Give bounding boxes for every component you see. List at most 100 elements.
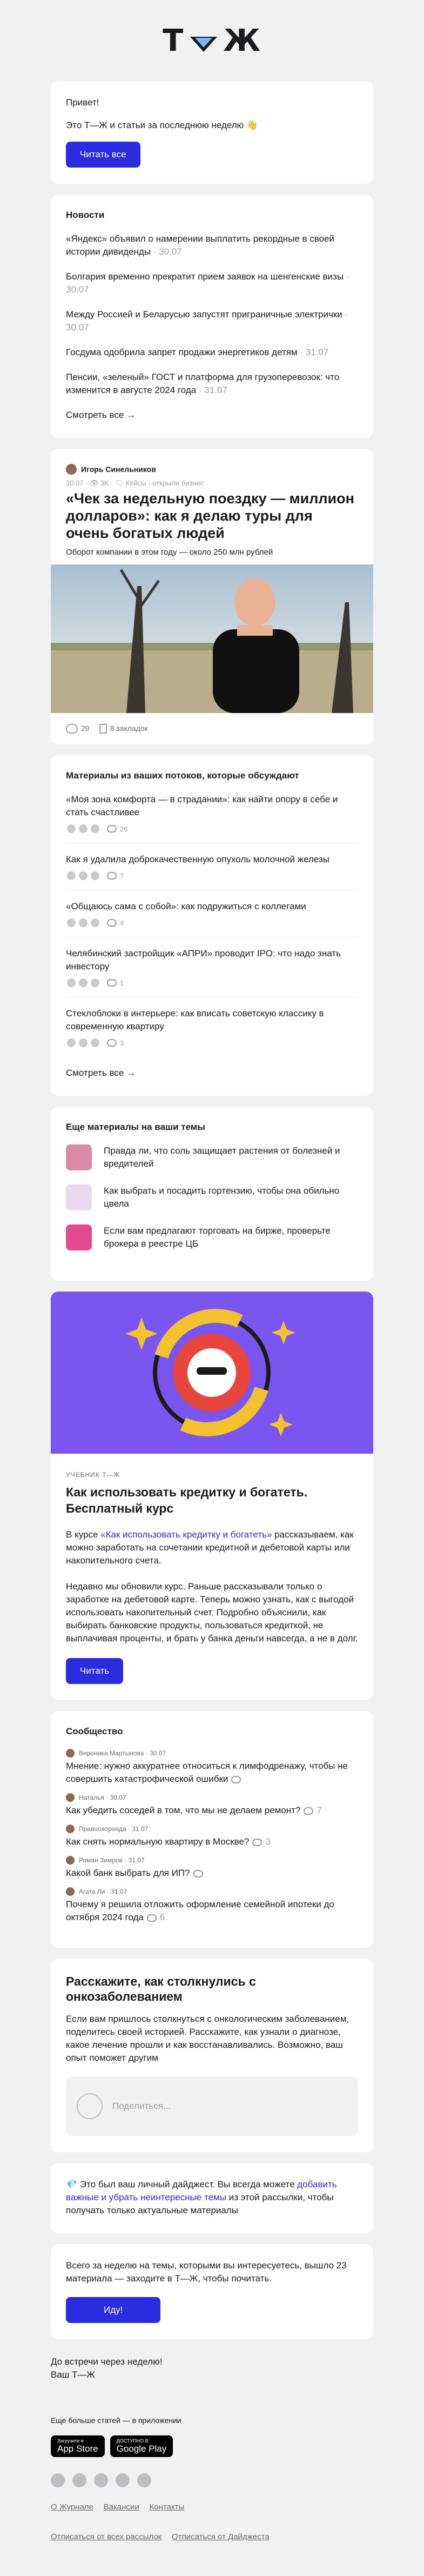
news-text[interactable]: Между Россией и Беларусью запустят пригр… xyxy=(66,309,342,319)
discussions-card: Материалы из ваших потоков, которые обсу… xyxy=(51,755,373,1096)
news-date: · 31.07 xyxy=(300,347,329,357)
course-banner[interactable] xyxy=(51,1292,373,1454)
logo[interactable]: Т Ж xyxy=(51,0,373,81)
discussions-more-link[interactable]: Смотреть все → xyxy=(66,1067,358,1080)
article-card[interactable]: Игорь Синельников 30.07 · 👁 3К · 🗨 Кейсы… xyxy=(51,449,373,745)
author-avatar xyxy=(66,1825,75,1834)
list-item[interactable]: Агата Ли · 31.07 Почему я решила отложить… xyxy=(66,1887,358,1924)
post-title[interactable]: Мнение: нужно аккуратнее относиться к ли… xyxy=(66,1760,358,1786)
comment-count[interactable]: 26 xyxy=(107,825,127,833)
author-avatar xyxy=(66,1887,75,1896)
footer-link-about[interactable]: О Журнале xyxy=(51,2502,93,2512)
material-title[interactable]: Правда ли, что соль защищает растения от… xyxy=(104,1144,358,1170)
article-image[interactable] xyxy=(51,564,373,713)
news-item[interactable]: «Яндекс» объявил о намерении выплатить р… xyxy=(66,232,358,258)
list-item[interactable]: Правда ли, что соль защищает растения от… xyxy=(66,1144,358,1171)
list-item[interactable]: Правоохоронда · 31.07 Как снять нормальну… xyxy=(66,1825,358,1848)
news-card: Новости «Яндекс» объявил о намерении вып… xyxy=(51,195,373,438)
comment-count[interactable]: 7 xyxy=(107,872,124,880)
news-item[interactable]: Пенсии, «зеленый» ГОСТ и платформа для г… xyxy=(66,371,358,397)
post-title[interactable]: Как снять нормальную квартиру в Москве? 3 xyxy=(66,1835,358,1848)
news-more-link[interactable]: Смотреть все → xyxy=(66,409,358,422)
list-item[interactable]: Вероника Мартынова · 30.07 Мнение: нужно … xyxy=(66,1749,358,1786)
footer-link-contacts[interactable]: Контакты xyxy=(150,2502,185,2512)
share-input[interactable]: Поделиться... xyxy=(66,2076,358,2136)
summary-card: Всего за неделю на темы, которыми вы инт… xyxy=(51,2244,373,2340)
news-text[interactable]: «Яндекс» объявил о намерении выплатить р… xyxy=(66,234,334,257)
read-all-button[interactable]: Читать все xyxy=(66,142,140,168)
x-icon[interactable] xyxy=(116,2473,130,2488)
material-title[interactable]: Если вам предлагают торговать на бирже, … xyxy=(104,1224,358,1250)
post-text[interactable]: Мнение: нужно аккуратнее относиться к ли… xyxy=(66,1761,348,1784)
comment-author: Вероника Мартынова · 30.07 xyxy=(66,1749,358,1758)
participant-avatar xyxy=(78,1037,89,1049)
author-avatar xyxy=(66,464,77,475)
post-text[interactable]: Как снять нормальную квартиру в Москве? xyxy=(66,1836,249,1847)
story-card: Расскажите, как столкнулись с онкозаболе… xyxy=(51,1959,373,2153)
apps-title: Еще больше статей — в приложении xyxy=(51,2416,181,2425)
list-item[interactable]: Наталья · 30.07 Как убедить соседей в том… xyxy=(66,1793,358,1817)
participants: 3 xyxy=(66,1037,358,1049)
material-title[interactable]: Как выбрать и посадить гортензию, чтобы … xyxy=(104,1184,358,1210)
comment-count[interactable]: 4 xyxy=(107,919,124,927)
telegram-icon[interactable] xyxy=(72,2473,86,2488)
course-read-button[interactable]: Читать xyxy=(66,1658,124,1685)
article-author: Игорь Синельников xyxy=(66,464,358,475)
news-text[interactable]: Болгария временно прекратит прием заявок… xyxy=(66,271,344,282)
signoff-line-1: До встречи через неделю! xyxy=(51,2357,163,2367)
discussion-title[interactable]: Челябинский застройщик «АПРИ» проводит I… xyxy=(66,947,358,973)
list-item[interactable]: Если вам предлагают торговать на бирже, … xyxy=(66,1224,358,1251)
post-title[interactable]: Как убедить соседей в том, что мы не дел… xyxy=(66,1804,358,1817)
participant-avatar xyxy=(90,823,100,835)
list-item[interactable]: Челябинский застройщик «АПРИ» проводит I… xyxy=(66,947,358,998)
news-item[interactable]: Между Россией и Беларусью запустят пригр… xyxy=(66,308,358,334)
discussion-title[interactable]: «Общаюсь сама с собой»: как подружиться … xyxy=(66,900,358,913)
author-name: Вероника Мартынова · 30.07 xyxy=(79,1749,166,1758)
list-item[interactable]: Стеклоблоки в интерьере: как вписать сов… xyxy=(66,1007,358,1057)
news-text[interactable]: Госдума одобрила запрет продажи энергети… xyxy=(66,347,298,357)
course-link[interactable]: «Как использовать кредитку и богатеть» xyxy=(100,1529,272,1540)
discussions-title: Материалы из ваших потоков, которые обсу… xyxy=(66,770,299,781)
participant-avatar xyxy=(90,977,100,989)
comment-count[interactable]: 3 xyxy=(107,1039,124,1047)
post-text[interactable]: Какой банк выбрать для ИП? xyxy=(66,1868,190,1878)
news-item[interactable]: Госдума одобрила запрет продажи энергети… xyxy=(66,346,358,359)
comment-icon xyxy=(231,1775,241,1783)
article-title[interactable]: «Чек за недельную поездку — миллион долл… xyxy=(66,490,358,542)
app-store-button[interactable]: Загрузите в App Store xyxy=(51,2435,105,2458)
comment-count: 7 xyxy=(317,1805,322,1816)
list-item[interactable]: «Моя зона комфорта — в страдании»: как н… xyxy=(66,793,358,844)
unsubscribe-all-link[interactable]: Отписаться от всех рассылок xyxy=(51,2532,161,2541)
comment-count[interactable]: 1 xyxy=(107,979,124,987)
discussion-title[interactable]: Как я удалила доброкачественную опухоль … xyxy=(66,853,358,866)
dzen-icon[interactable] xyxy=(137,2473,151,2488)
summary-text: Всего за неделю на темы, которыми вы инт… xyxy=(66,2260,347,2284)
course-title[interactable]: Как использовать кредитку и богатеть. Бе… xyxy=(66,1484,358,1516)
post-text[interactable]: Почему я решила отложить оформление семе… xyxy=(66,1899,334,1922)
post-title[interactable]: Почему я решила отложить оформление семе… xyxy=(66,1898,358,1924)
vk-icon[interactable] xyxy=(51,2473,65,2488)
bookmarks-count[interactable]: 8 закладок xyxy=(99,724,148,734)
comment-count-value: 3 xyxy=(120,1039,124,1047)
footer-link-jobs[interactable]: Вакансии xyxy=(104,2502,139,2512)
google-play-button[interactable]: ДОСТУПНО В Google Play xyxy=(110,2435,173,2458)
list-item[interactable]: Как выбрать и посадить гортензию, чтобы … xyxy=(66,1184,358,1211)
comment-icon xyxy=(107,825,117,833)
news-date: · 30.07 xyxy=(153,247,182,257)
list-item[interactable]: Роман Зимров · 31.07 Какой банк выбрать д… xyxy=(66,1856,358,1880)
participant-avatar xyxy=(66,870,77,882)
participants: 26 xyxy=(66,823,358,835)
comment-icon xyxy=(107,872,117,880)
list-item[interactable]: «Общаюсь сама с собой»: как подружиться … xyxy=(66,900,358,938)
comments-count[interactable]: 29 xyxy=(66,724,90,734)
news-item[interactable]: Болгария временно прекратит прием заявок… xyxy=(66,270,358,296)
go-button[interactable]: Иду! xyxy=(66,2297,161,2324)
digest-note: 💎 Это был ваш личный дайджест. Вы всегда… xyxy=(66,2179,337,2216)
post-title[interactable]: Какой банк выбрать для ИП? xyxy=(66,1867,358,1880)
discussion-title[interactable]: Стеклоблоки в интерьере: как вписать сов… xyxy=(66,1007,358,1033)
list-item[interactable]: Как я удалила доброкачественную опухоль … xyxy=(66,853,358,891)
youtube-icon[interactable] xyxy=(94,2473,108,2488)
post-text[interactable]: Как убедить соседей в том, что мы не дел… xyxy=(66,1805,300,1815)
unsubscribe-digest-link[interactable]: Отписаться от Дайджеста xyxy=(172,2532,270,2541)
discussion-title[interactable]: «Моя зона комфорта — в страдании»: как н… xyxy=(66,793,358,819)
